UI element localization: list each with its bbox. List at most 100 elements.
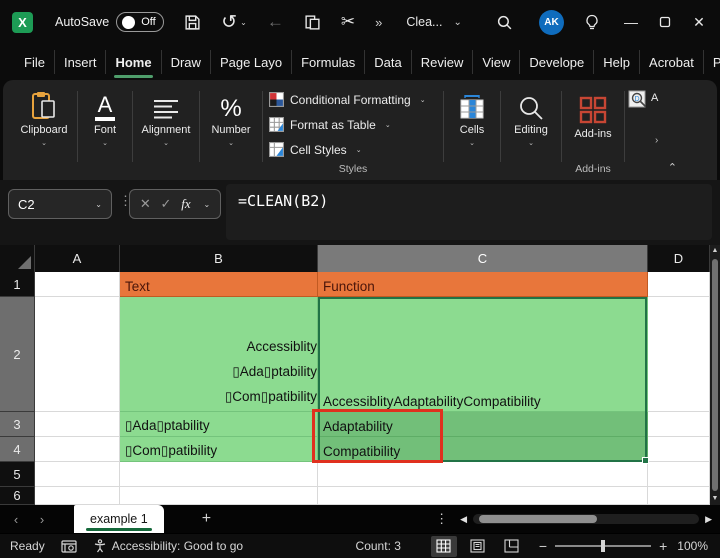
font-group-button[interactable]: A Font ⌄ [80,87,130,180]
cell-d1[interactable] [648,272,710,297]
cell-a6[interactable] [35,487,120,505]
cell-d3[interactable] [648,412,710,437]
row-header-3[interactable]: 3 [0,412,35,437]
maximize-button[interactable] [648,5,682,39]
zoom-level[interactable]: 100% [677,539,708,553]
cell-a5[interactable] [35,462,120,487]
conditional-formatting-button[interactable]: Conditional Formatting ⌄ [269,87,441,112]
search-icon[interactable] [496,14,513,31]
tab-home[interactable]: Home [106,50,161,74]
cell-c6[interactable] [318,487,648,505]
cell-b3[interactable]: ▯Ada▯ptability [120,412,318,437]
sheet-tab-active[interactable]: example 1 [74,505,164,533]
add-sheet-button[interactable]: + [202,510,211,528]
cell-a3[interactable] [35,412,120,437]
format-as-table-button[interactable]: Format as Table ⌄ [269,112,441,137]
horizontal-scroll-track[interactable] [473,514,699,524]
column-header-c[interactable]: C [318,245,648,272]
tab-overflow-icon[interactable]: ⋮ [435,511,448,527]
cell-d2[interactable] [648,297,710,412]
undo-chevron-icon[interactable]: ⌄ [240,18,247,27]
paste-icon[interactable] [304,14,321,31]
cell-a4[interactable] [35,437,120,462]
confirm-entry-icon[interactable]: ✓ [161,196,172,212]
column-header-b[interactable]: B [120,245,318,272]
cells-group-button[interactable]: Cells ⌄ [446,87,498,180]
cell-c2[interactable]: AccessiblityAdaptabilityCompatibility [318,297,648,412]
vertical-scrollbar[interactable]: ▲ ▼ [710,245,720,505]
document-title[interactable]: Clea... ⌄ [406,15,462,29]
tab-data[interactable]: Data [365,50,411,74]
normal-view-button[interactable] [431,536,457,557]
cell-d4[interactable] [648,437,710,462]
row-header-1[interactable]: 1 [0,272,35,297]
tab-file[interactable]: File [14,50,55,74]
ribbon-collapse-icon[interactable]: ⌃ [668,161,677,174]
more-commands-icon[interactable]: » [375,15,382,30]
cancel-entry-icon[interactable]: ✕ [140,196,151,212]
sheet-next-icon[interactable]: › [32,512,52,527]
account-avatar[interactable]: AK [539,10,564,35]
autosave-control[interactable]: AutoSave Off [55,12,164,32]
tab-power-pivot[interactable]: Power Piv [704,50,720,74]
cell-d5[interactable] [648,462,710,487]
scroll-up-icon[interactable]: ▲ [712,245,719,257]
insert-function-icon[interactable]: fx [181,196,190,212]
title-chevron-icon[interactable]: ⌄ [453,17,461,28]
cell-b6[interactable] [120,487,318,505]
minimize-button[interactable]: — [614,5,648,39]
scroll-right-icon[interactable]: ▶ [705,514,712,525]
tab-page-layout[interactable]: Page Layo [211,50,292,74]
tab-draw[interactable]: Draw [162,50,211,74]
row-header-6[interactable]: 6 [0,487,35,505]
cell-a2[interactable] [35,297,120,412]
analyze-data-icon[interactable]: D [627,89,649,116]
cell-c5[interactable] [318,462,648,487]
cell-b1[interactable]: Text [120,272,318,297]
name-box[interactable]: C2 ⌄ [8,189,112,219]
close-button[interactable]: ✕ [682,5,716,39]
number-group-button[interactable]: % Number ⌄ [202,87,260,180]
macro-record-icon[interactable] [61,540,77,553]
formula-input[interactable]: =CLEAN(B2) [226,184,712,240]
cell-b2[interactable]: Accessiblity ▯Ada▯ptability ▯Com▯patibil… [120,297,318,412]
zoom-slider-thumb[interactable] [601,540,605,552]
addins-group[interactable]: Add-ins Add-ins [564,87,622,180]
tab-view[interactable]: View [473,50,520,74]
column-header-d[interactable]: D [648,245,710,272]
tab-developer[interactable]: Develope [520,50,594,74]
sheet-prev-icon[interactable]: ‹ [0,512,32,527]
fill-handle[interactable] [642,457,649,464]
lightbulb-icon[interactable] [584,14,600,31]
clipboard-group-button[interactable]: Clipboard ⌄ [13,87,75,180]
row-header-5[interactable]: 5 [0,462,35,487]
tab-insert[interactable]: Insert [55,50,107,74]
horizontal-scroll-thumb[interactable] [479,515,597,523]
cell-d6[interactable] [648,487,710,505]
cell-b4[interactable]: ▯Com▯patibility [120,437,318,462]
cell-b5[interactable] [120,462,318,487]
scroll-left-icon[interactable]: ◀ [460,514,467,525]
select-all-button[interactable] [0,245,35,272]
zoom-in-button[interactable]: + [659,538,667,554]
cut-icon[interactable]: ✂ [341,12,355,32]
alignment-group-button[interactable]: Alignment ⌄ [135,87,197,180]
cell-c1[interactable]: Function [318,272,648,297]
zoom-slider[interactable] [555,545,651,547]
excel-logo-icon[interactable]: X [12,12,33,33]
autosave-toggle[interactable]: Off [116,12,164,32]
cell-a1[interactable] [35,272,120,297]
accessibility-status[interactable]: Accessibility: Good to go [93,539,243,553]
cell-styles-button[interactable]: Cell Styles ⌄ [269,137,441,162]
name-box-chevron-icon[interactable]: ⌄ [95,200,102,209]
tab-acrobat[interactable]: Acrobat [640,50,704,74]
page-break-preview-button[interactable] [499,536,525,557]
tab-formulas[interactable]: Formulas [292,50,365,74]
horizontal-scrollbar[interactable]: ◀ ▶ [460,514,712,525]
page-layout-view-button[interactable] [465,536,491,557]
editing-group-button[interactable]: Editing ⌄ [503,87,559,180]
row-header-2[interactable]: 2 [0,297,35,412]
save-icon[interactable] [184,14,201,31]
tab-help[interactable]: Help [594,50,640,74]
ribbon-expand-icon[interactable]: › [655,135,658,146]
